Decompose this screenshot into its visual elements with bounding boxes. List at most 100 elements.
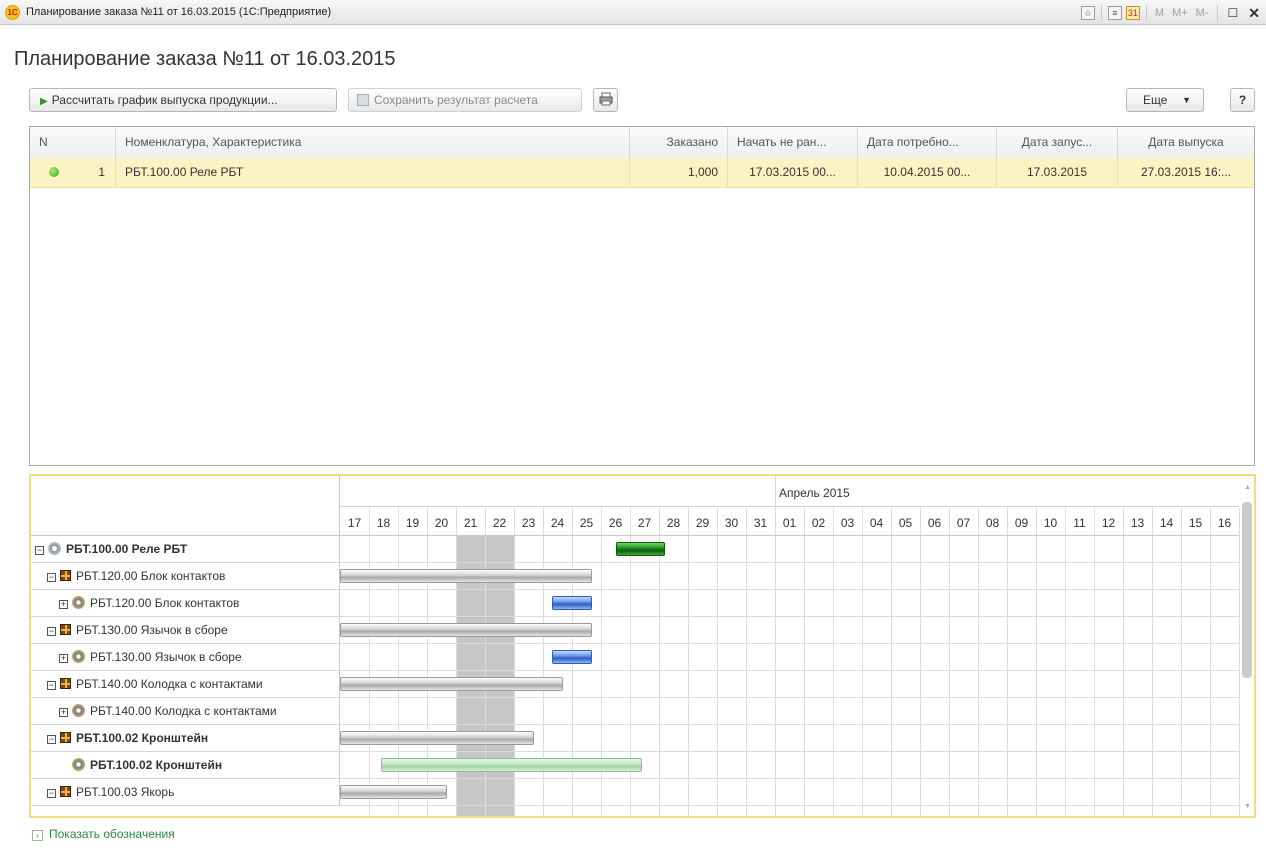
ordered-cell: 1,000 [630, 158, 728, 187]
gantt-row-label[interactable]: − РБТ.130.00 Язычок в сборе [31, 617, 340, 644]
gantt-row-gridline [340, 751, 1239, 752]
expand-toggle-icon[interactable]: + [59, 654, 68, 663]
gantt-day-label: 11 [1073, 516, 1086, 530]
scroll-up-arrow-icon[interactable]: ▲ [1244, 484, 1251, 491]
memory-minus-button[interactable]: M- [1196, 7, 1209, 19]
collapse-toggle-icon[interactable]: − [47, 681, 56, 690]
gantt-day-label: 31 [753, 516, 768, 530]
help-button[interactable]: ? [1230, 88, 1255, 112]
gantt-day-label: 03 [840, 516, 855, 530]
gantt-day-gridline [804, 508, 805, 816]
gantt-day-gridline [717, 508, 718, 816]
gantt-row-label[interactable]: − РБТ.100.02 Кронштейн [31, 725, 340, 752]
gantt-month-label: Апрель 2015 [779, 486, 850, 500]
gantt-row-gridline [340, 724, 1239, 725]
gantt-bar[interactable] [551, 650, 593, 664]
favorites-icon[interactable]: ☆ [1080, 6, 1095, 20]
column-header-ordered[interactable]: Заказано [630, 127, 728, 158]
gantt-vertical-scrollbar[interactable] [1242, 502, 1252, 678]
gantt-row-label[interactable]: + РБТ.130.00 Язычок в сборе [31, 644, 340, 671]
collapse-toggle-icon[interactable]: − [47, 627, 56, 636]
save-result-button[interactable]: Сохранить результат расчета [348, 88, 582, 112]
gantt-bar[interactable] [340, 785, 448, 799]
scroll-down-arrow-icon[interactable]: ▼ [1244, 803, 1251, 810]
gantt-row-text: РБТ.130.00 Язычок в сборе [90, 650, 242, 664]
column-header-nomenclature[interactable]: Номенклатура, Характеристика [116, 127, 630, 158]
gantt-day-gridline [1065, 508, 1066, 816]
gantt-day-label: 28 [666, 516, 681, 530]
close-icon[interactable]: ✕ [1248, 5, 1260, 22]
gantt-row-gridline [340, 670, 1239, 671]
gantt-day-label: 01 [782, 516, 797, 530]
gantt-row-text: РБТ.130.00 Язычок в сборе [76, 623, 228, 637]
more-menu-button[interactable]: Еще ▼ [1126, 88, 1204, 112]
memory-button[interactable]: M [1155, 7, 1164, 19]
gantt-day-label: 30 [724, 516, 739, 530]
gantt-day-label: 07 [956, 516, 971, 530]
calculate-schedule-button[interactable]: ▶ Рассчитать график выпуска продукции... [29, 88, 337, 112]
gantt-day-label: 18 [376, 516, 391, 530]
gantt-bar[interactable] [340, 731, 535, 745]
gantt-day-label: 21 [463, 516, 478, 530]
gantt-day-gridline [1152, 508, 1153, 816]
gantt-row-label[interactable]: + РБТ.140.00 Колодка с контактами [31, 698, 340, 725]
gantt-chart: Апрель 2015 ▲ ▼ 17 18 19 20 21 22 23 24 25 26 27 28… [29, 474, 1256, 818]
chevron-down-icon: ▼ [1182, 95, 1191, 105]
gantt-bar[interactable] [380, 758, 642, 772]
gantt-row-text: РБТ.140.00 Колодка с контактами [76, 677, 263, 691]
column-header-launch-date[interactable]: Дата запус... [997, 127, 1118, 158]
column-header-start-not-before[interactable]: Начать не ран... [728, 127, 858, 158]
gantt-day-label: 20 [434, 516, 449, 530]
expand-toggle-icon[interactable]: + [59, 600, 68, 609]
collapse-toggle-icon[interactable]: − [35, 546, 44, 555]
gantt-day-label: 04 [869, 516, 884, 530]
table-row[interactable]: 1 РБТ.100.00 Реле РБТ 1,000 17.03.2015 0… [30, 158, 1254, 188]
gantt-row-text: РБТ.100.00 Реле РБТ [66, 542, 188, 556]
gantt-day-gridline [1007, 508, 1008, 816]
column-header-release-date[interactable]: Дата выпуска [1118, 127, 1254, 158]
calendar-icon[interactable]: 31 [1125, 6, 1140, 20]
gantt-bar[interactable] [340, 623, 593, 637]
collapse-toggle-icon[interactable]: − [47, 789, 56, 798]
gantt-day-label: 26 [608, 516, 623, 530]
gantt-bar[interactable] [551, 596, 593, 610]
more-menu-label: Еще [1143, 93, 1168, 107]
gantt-row-label[interactable]: − РБТ.140.00 Колодка с контактами [31, 671, 340, 698]
gantt-day-label: 16 [1217, 516, 1232, 530]
gantt-bar[interactable] [340, 569, 593, 583]
gantt-row-label[interactable]: − РБТ.100.03 Якорь [31, 779, 340, 806]
show-legend-link[interactable]: › Показать обозначения [32, 827, 175, 841]
product-box-icon [60, 786, 71, 797]
product-box-icon [60, 624, 71, 635]
print-button[interactable] [593, 88, 618, 112]
gantt-row-label[interactable]: − РБТ.100.00 Реле РБТ [31, 536, 340, 563]
gantt-row-label[interactable]: + РБТ.120.00 Блок контактов [31, 590, 340, 617]
gantt-day-label: 10 [1043, 516, 1058, 530]
column-header-n[interactable]: N [30, 127, 116, 158]
gantt-day-label: 12 [1101, 516, 1116, 530]
memory-plus-button[interactable]: M+ [1172, 7, 1188, 19]
gantt-day-gridline [1239, 508, 1240, 816]
gantt-day-label: 27 [637, 516, 652, 530]
calculator-icon[interactable]: ≡ [1107, 6, 1122, 20]
column-header-need-date[interactable]: Дата потребно... [858, 127, 997, 158]
product-box-icon [60, 570, 71, 581]
app-logo-icon: 1С [5, 5, 20, 20]
maximize-icon[interactable]: ☐ [1228, 6, 1239, 20]
collapse-toggle-icon[interactable]: − [47, 573, 56, 582]
gantt-row-label[interactable]: − РБТ.120.00 Блок контактов [31, 563, 340, 590]
gantt-row-gridline [340, 589, 1239, 590]
order-lines-table: N Номенклатура, Характеристика Заказано … [29, 126, 1255, 466]
expand-toggle-icon[interactable]: + [59, 708, 68, 717]
window-title: Планирование заказа №11 от 16.03.2015 (1… [26, 6, 332, 18]
gantt-row-label[interactable]: РБТ.100.02 Кронштейн [31, 752, 340, 779]
gantt-row-text: РБТ.100.02 Кронштейн [90, 758, 223, 772]
collapse-toggle-icon[interactable]: − [47, 735, 56, 744]
start-not-before-cell: 17.03.2015 00... [728, 158, 858, 187]
status-ok-icon [49, 167, 59, 177]
toolbar-divider [1100, 5, 1102, 21]
gantt-bar[interactable] [340, 677, 564, 691]
gantt-bar[interactable] [615, 542, 665, 556]
gantt-row-gridline [340, 562, 1239, 563]
launch-date-cell: 17.03.2015 [997, 158, 1118, 187]
